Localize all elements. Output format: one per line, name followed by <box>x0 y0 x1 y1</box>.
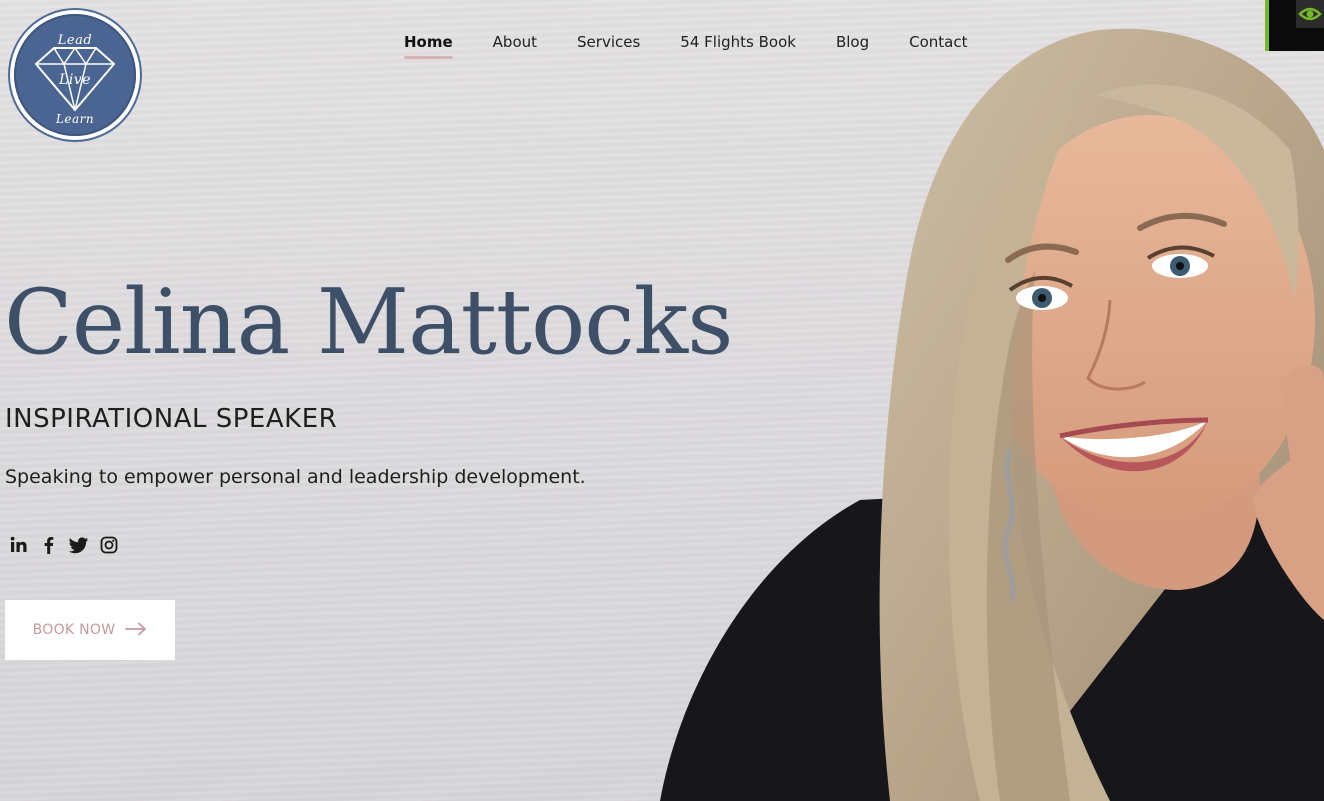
hero-tagline: Speaking to empower personal and leaders… <box>5 466 586 488</box>
logo-word-live: Live <box>59 72 91 88</box>
nav-services[interactable]: Services <box>577 33 640 57</box>
logo-badge: Lead Live Learn <box>14 14 136 136</box>
nav-blog[interactable]: Blog <box>836 33 869 57</box>
hero-name: Celina Mattocks <box>4 270 733 375</box>
nav-about[interactable]: About <box>493 33 537 57</box>
speaker-portrait <box>660 28 1324 801</box>
twitter-icon[interactable] <box>69 535 89 555</box>
hero-role: INSPIRATIONAL SPEAKER <box>5 404 338 434</box>
social-links <box>9 535 119 555</box>
logo-word-lead: Lead <box>57 33 93 48</box>
corner-overlay-widget[interactable] <box>1265 0 1324 51</box>
logo-word-learn: Learn <box>55 112 95 126</box>
instagram-icon[interactable] <box>99 535 119 555</box>
arrow-right-icon <box>125 622 147 639</box>
nav-54-flights-book[interactable]: 54 Flights Book <box>680 33 796 57</box>
facebook-icon[interactable] <box>39 535 59 555</box>
nav-home[interactable]: Home <box>404 33 453 59</box>
book-now-button[interactable]: BOOK NOW <box>5 600 175 660</box>
main-nav: Home About Services 54 Flights Book Blog… <box>404 33 967 59</box>
site-logo[interactable]: Lead Live Learn <box>8 8 142 142</box>
homepage: Lead Live Learn Home About Services 54 F… <box>0 0 1324 801</box>
corner-widget-icon <box>1296 0 1324 28</box>
book-now-label: BOOK NOW <box>32 622 116 638</box>
linkedin-icon[interactable] <box>9 535 29 555</box>
nav-contact[interactable]: Contact <box>909 33 967 57</box>
